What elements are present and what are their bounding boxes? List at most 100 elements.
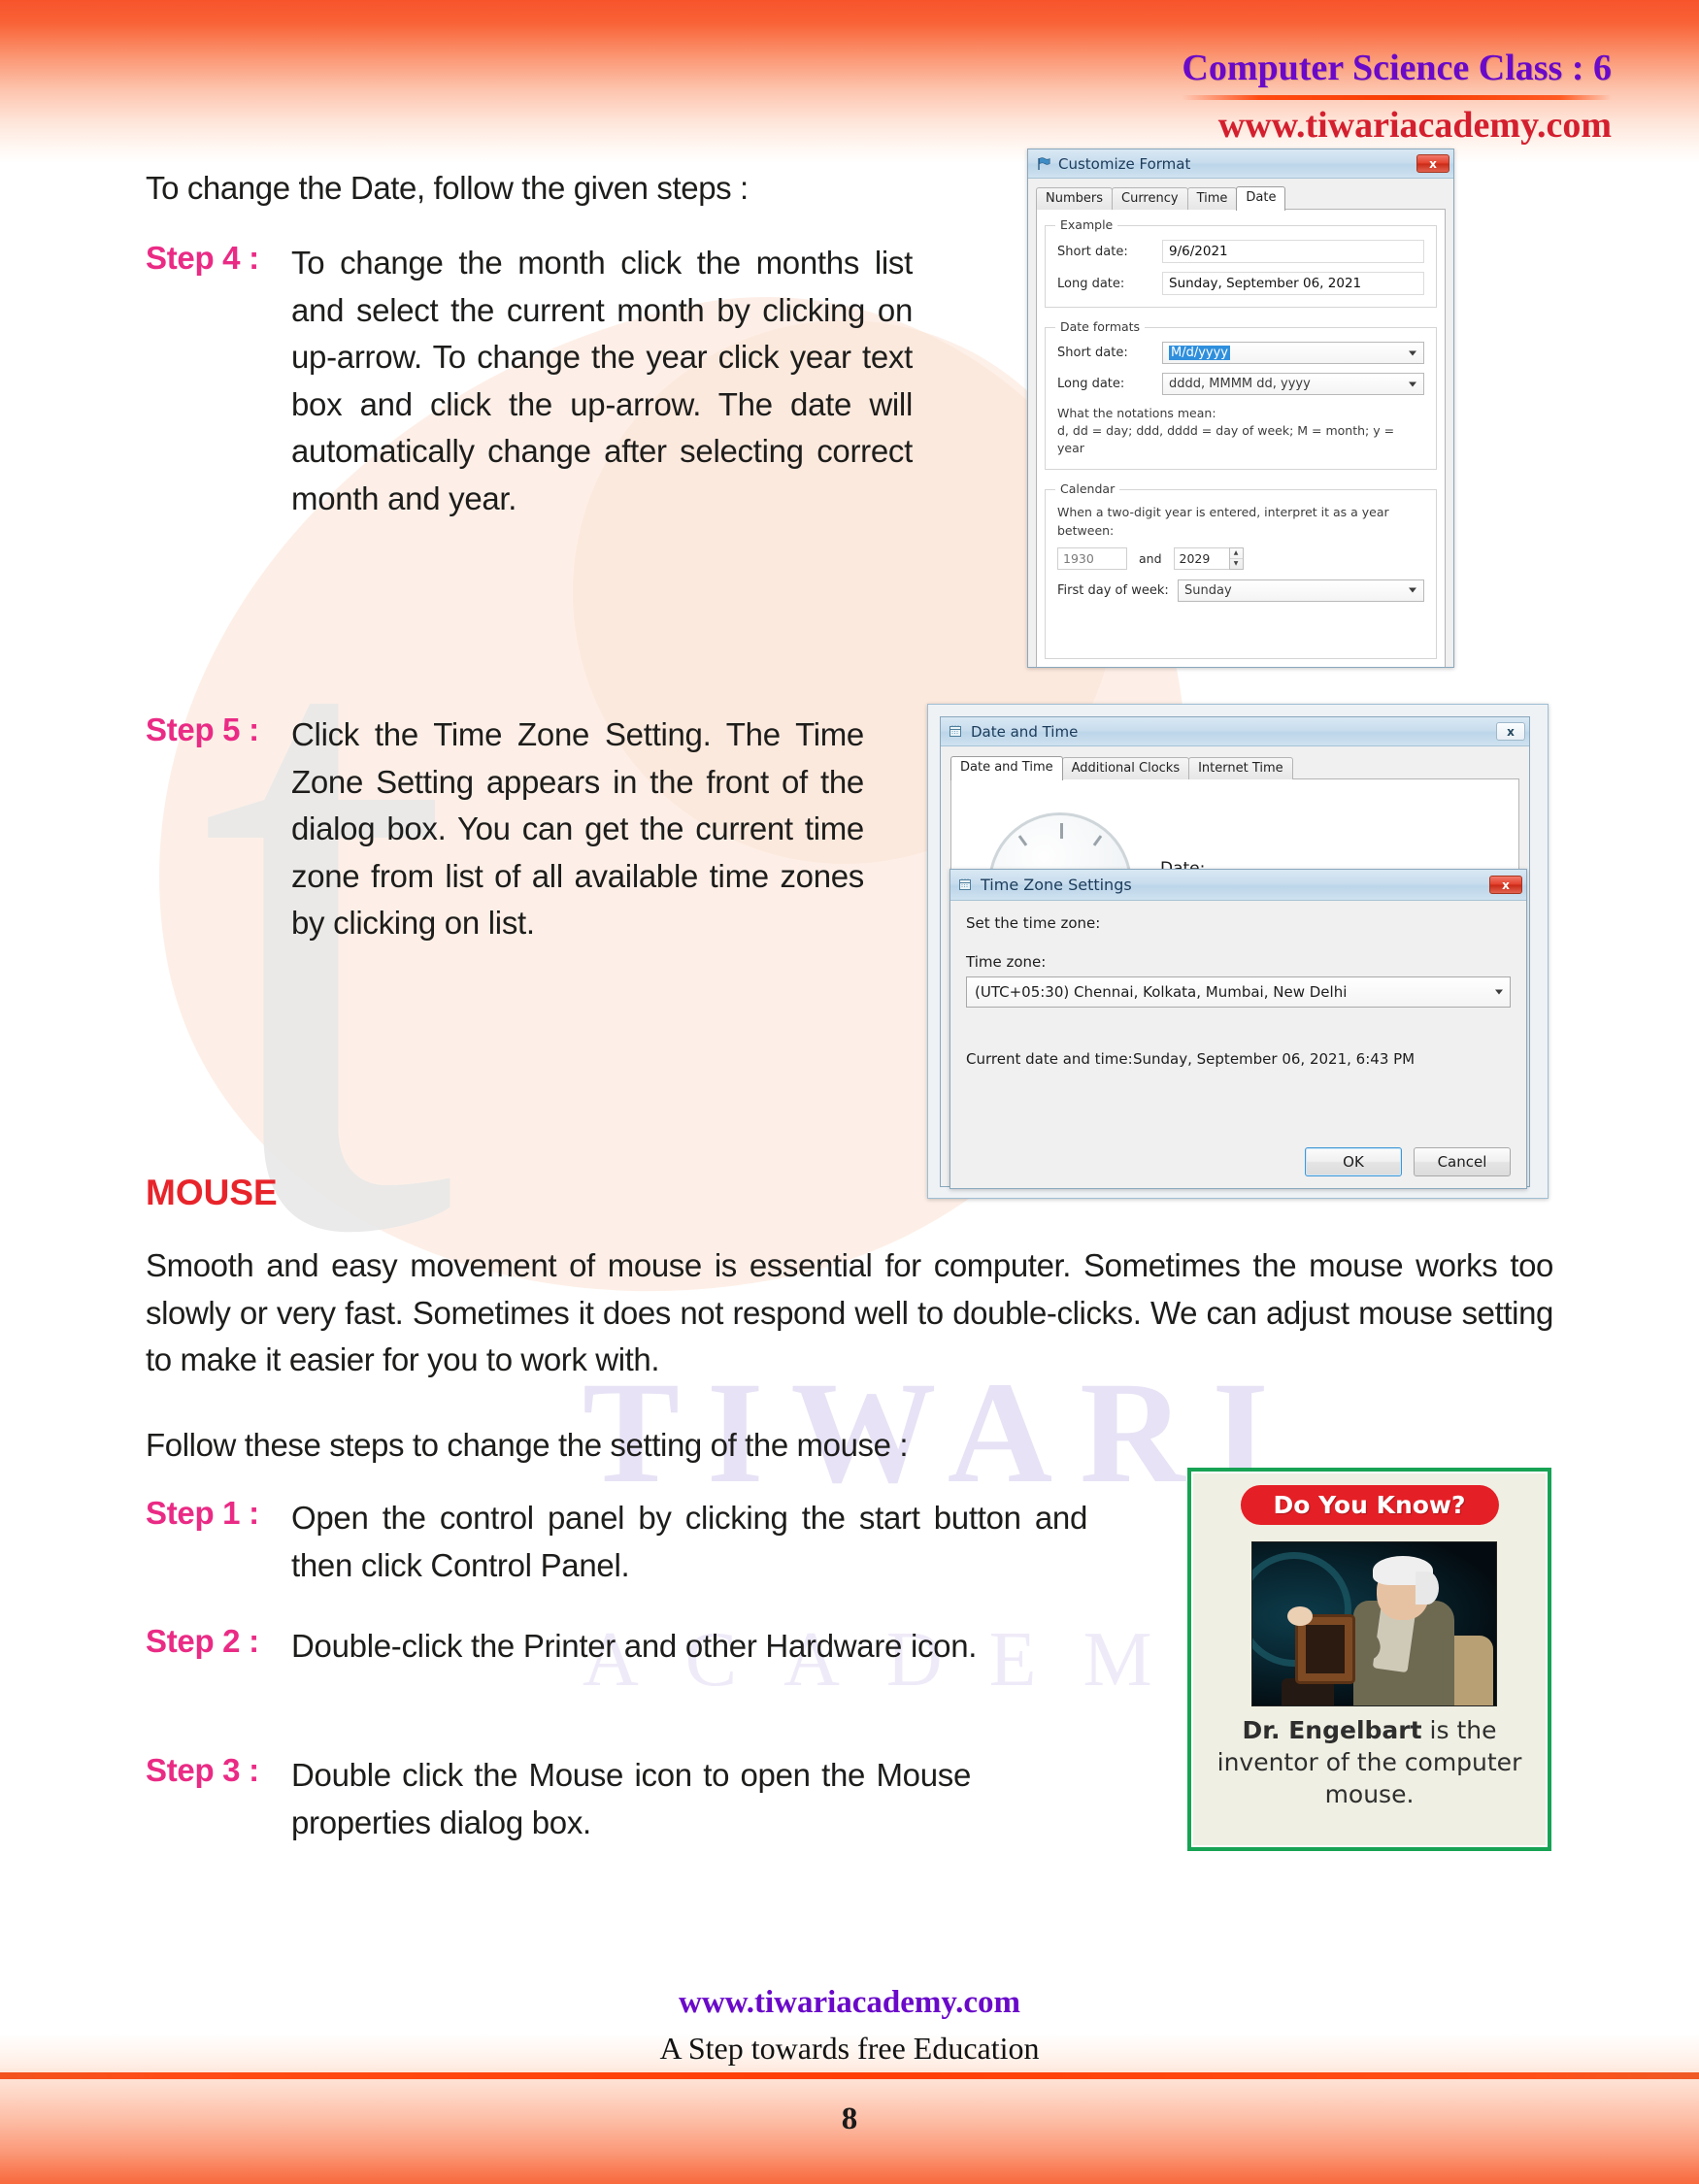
step-5-text: Click the Time Zone Setting. The Time Zo… (291, 716, 864, 941)
format-short-date-value: M/d/yyyy (1169, 346, 1231, 360)
page-number: 8 (841, 2101, 858, 2136)
format-long-date-combobox[interactable]: dddd, MMMM dd, yyyy (1162, 373, 1424, 395)
time-zone-settings-title: Time Zone Settings (981, 876, 1132, 894)
chevron-down-icon[interactable] (1409, 350, 1416, 355)
step-1-label: Step 1 : (146, 1495, 259, 1531)
example-long-date-label: Long date: (1057, 276, 1125, 291)
format-long-date-value: dddd, MMMM dd, yyyy (1169, 377, 1311, 391)
example-long-date-row: Long date: Sunday, September 06, 2021 (1057, 272, 1424, 295)
current-date-time-label: Current date and time: (966, 1050, 1133, 1068)
example-short-date-value: 9/6/2021 (1162, 240, 1424, 263)
year-to-input[interactable]: 2029 (1173, 546, 1230, 570)
first-day-of-week-row: First day of week: Sunday (1057, 579, 1424, 602)
tab-numbers[interactable]: Numbers (1036, 187, 1113, 210)
step-3-text: Double click the Mouse icon to open the … (291, 1757, 971, 1840)
year-to-spinner[interactable]: ▲ ▼ (1228, 546, 1244, 570)
first-day-of-week-value: Sunday (1184, 582, 1232, 598)
tab-time[interactable]: Time (1186, 187, 1238, 210)
date-formats-group-legend: Date formats (1055, 319, 1146, 334)
header-website-url: www.tiwariacademy.com (1217, 105, 1612, 146)
do-you-know-badge: Do You Know? (1240, 1485, 1499, 1525)
chevron-down-icon[interactable] (1409, 381, 1416, 386)
chevron-down-icon[interactable] (1495, 989, 1503, 995)
tab-date-and-time[interactable]: Date and Time (950, 756, 1063, 780)
tab-additional-clocks[interactable]: Additional Clocks (1061, 757, 1190, 779)
year-from-input[interactable]: 1930 (1057, 546, 1127, 570)
tab-date[interactable]: Date (1236, 186, 1286, 211)
first-day-of-week-label: First day of week: (1057, 582, 1169, 598)
date-and-time-tabstrip[interactable]: Date and Time Additional Clocks Internet… (950, 755, 1519, 780)
step-row-2: Step 2 : Double-click the Printer and ot… (146, 1623, 1126, 1671)
mouse-paragraph: Smooth and easy movement of mouse is ess… (146, 1247, 1553, 1377)
step-row-4: Step 4 : To change the month click the m… (146, 240, 956, 522)
dialog-customize-format[interactable]: Customize Format x Numbers Currency Time… (1027, 149, 1454, 668)
time-zone-value: (UTC+05:30) Chennai, Kolkata, Mumbai, Ne… (975, 983, 1348, 1001)
footer-website-url: www.tiwariacademy.com (679, 1985, 1020, 2020)
close-icon[interactable]: x (1416, 154, 1449, 173)
footer-tagline: A Step towards free Education (659, 2031, 1040, 2066)
cancel-button[interactable]: Cancel (1414, 1147, 1511, 1176)
calendar-group-legend: Calendar (1055, 481, 1120, 497)
format-short-date-row: Short date: M/d/yyyy (1057, 342, 1424, 364)
do-you-know-box: Do You Know? Dr. Engelbart is the invent… (1187, 1468, 1551, 1851)
calendar-clock-icon (958, 877, 974, 893)
document-page: t TIWARI ACADEMY Computer Science Class … (0, 0, 1699, 2184)
format-long-date-row: Long date: dddd, MMMM dd, yyyy (1057, 373, 1424, 395)
section-heading-mouse: MOUSE (146, 1173, 278, 1212)
engelbart-photo (1251, 1541, 1497, 1706)
example-group-legend: Example (1055, 217, 1118, 232)
time-zone-settings-body: Set the time zone: Time zone: (UTC+05:30… (950, 901, 1526, 1188)
customize-format-body: Numbers Currency Time Date Example Short… (1028, 179, 1453, 667)
step-row-5: Step 5 : Click the Time Zone Setting. Th… (146, 711, 913, 947)
example-short-date-label: Short date: (1057, 244, 1128, 259)
step-3-label: Step 3 : (146, 1752, 259, 1788)
close-icon[interactable]: x (1496, 722, 1525, 741)
date-and-time-titlebar[interactable]: Date and Time x (941, 717, 1529, 746)
current-date-time-row: Current date and time: Sunday, September… (966, 1050, 1511, 1068)
customize-format-tabstrip[interactable]: Numbers Currency Time Date (1036, 185, 1446, 211)
example-short-date-row: Short date: 9/6/2021 (1057, 240, 1424, 263)
tab-currency[interactable]: Currency (1112, 187, 1188, 210)
format-short-date-combobox[interactable]: M/d/yyyy (1162, 342, 1424, 364)
photo-mouse-inner (1306, 1625, 1345, 1673)
format-long-date-label: Long date: (1057, 377, 1125, 391)
step-5-label: Step 5 : (146, 711, 259, 747)
time-zone-combobox[interactable]: (UTC+05:30) Chennai, Kolkata, Mumbai, Ne… (966, 976, 1511, 1008)
current-date-time-value: Sunday, September 06, 2021, 6:43 PM (1133, 1050, 1416, 1068)
dialog-time-zone-settings[interactable]: Time Zone Settings x Set the time zone: … (949, 869, 1527, 1189)
footer-rule (0, 2072, 1699, 2079)
do-you-know-caption-name: Dr. Engelbart (1242, 1716, 1422, 1744)
photo-hand (1287, 1606, 1313, 1626)
do-you-know-caption: Dr. Engelbart is the inventor of the com… (1201, 1714, 1538, 1810)
calendar-group: Calendar When a two-digit year is entere… (1045, 481, 1437, 659)
time-zone-settings-footer: OK Cancel (1305, 1147, 1511, 1176)
step-4-text: To change the month click the months lis… (291, 245, 913, 516)
step-2-text: Double-click the Printer and other Hardw… (291, 1628, 978, 1664)
two-digit-year-range: 1930 and 2029 ▲ ▼ (1057, 546, 1424, 570)
first-day-of-week-combobox[interactable]: Sunday (1178, 579, 1424, 602)
tab-internet-time[interactable]: Internet Time (1188, 757, 1293, 779)
step-row-3: Step 3 : Double click the Mouse icon to … (146, 1752, 1078, 1846)
step-row-1: Step 1 : Open the control panel by click… (146, 1495, 1126, 1589)
date-and-time-title: Date and Time (971, 722, 1079, 741)
header-divider (1182, 95, 1612, 100)
close-icon[interactable]: x (1489, 876, 1522, 894)
step-1-text: Open the control panel by clicking the s… (291, 1500, 1087, 1583)
step-4-label: Step 4 : (146, 240, 259, 276)
spinner-up-icon[interactable]: ▲ (1229, 548, 1243, 559)
notation-text: d, dd = day; ddd, dddd = day of week; M … (1057, 423, 1395, 456)
chevron-down-icon[interactable] (1409, 587, 1416, 593)
example-long-date-value: Sunday, September 06, 2021 (1162, 272, 1424, 295)
ok-button[interactable]: OK (1305, 1147, 1402, 1176)
mouse-steps-intro: Follow these steps to change the setting… (146, 1427, 909, 1463)
time-zone-settings-titlebar[interactable]: Time Zone Settings x (950, 870, 1526, 901)
flag-icon (1036, 156, 1051, 172)
customize-format-titlebar[interactable]: Customize Format x (1028, 149, 1453, 179)
notation-title: What the notations mean: (1057, 406, 1216, 420)
example-group: Example Short date: 9/6/2021 Long date: … (1045, 217, 1437, 308)
calendar-clock-icon (949, 724, 964, 740)
spinner-down-icon[interactable]: ▼ (1230, 559, 1243, 569)
and-label: and (1139, 550, 1162, 566)
customize-format-title: Customize Format (1058, 154, 1191, 173)
header-title: Computer Science Class : 6 (1182, 48, 1612, 88)
